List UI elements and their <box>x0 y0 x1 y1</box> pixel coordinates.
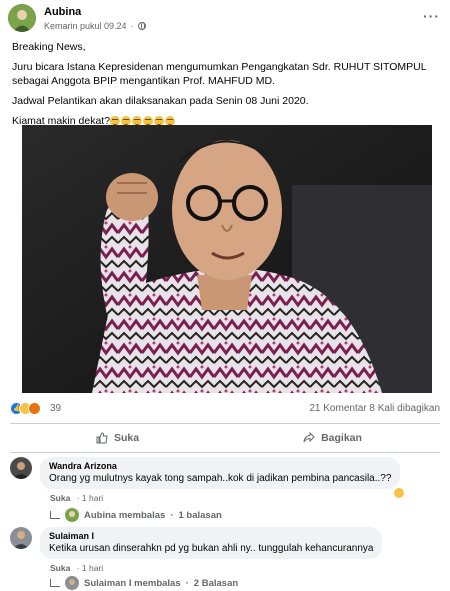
emoji-reaction-icon[interactable] <box>393 487 405 499</box>
author-name[interactable]: Aubina <box>44 6 81 18</box>
reply-count: 1 balasan <box>178 509 222 521</box>
reply-author: Aubina membalas <box>84 509 166 521</box>
comment-actions: Suka · 1 hari <box>50 563 104 573</box>
post-text: Breaking News, Juru bicara Istana Kepres… <box>12 40 438 134</box>
replies-link[interactable]: Aubina membalas · 1 balasan <box>50 508 222 522</box>
divider <box>10 452 440 453</box>
commenter-name[interactable]: Sulaiman I <box>49 531 373 541</box>
more-options-icon[interactable]: ··· <box>423 8 440 24</box>
replies-link[interactable]: Sulaiman I membalas · 2 Balasan <box>50 576 238 590</box>
comment-text: Orang yg mulutnys kayak tong sampah..kok… <box>49 473 392 484</box>
angry-reaction-icon <box>28 402 41 415</box>
comment-age[interactable]: 1 hari <box>82 493 103 503</box>
post-header: Aubina Kemarin pukul 09.24 · ··· <box>8 4 442 34</box>
share-button[interactable]: Bagikan <box>225 427 440 449</box>
post-paragraph: Breaking News, <box>12 41 86 53</box>
comment-actions: Suka · 1 hari <box>50 493 104 503</box>
reply-count: 2 Balasan <box>193 577 239 589</box>
post-time[interactable]: Kemarin pukul 09.24 <box>44 21 127 31</box>
post-meta: Kemarin pukul 09.24 · <box>44 21 146 31</box>
commenter-name[interactable]: Wandra Arizona <box>49 461 391 471</box>
comment-age[interactable]: 1 hari <box>82 563 103 573</box>
comment-bubble: Wandra Arizona Orang yg mulutnys kayak t… <box>40 457 401 489</box>
reaction-count[interactable]: 39 <box>50 403 61 414</box>
share-arrow-icon <box>303 432 315 443</box>
share-label: Bagikan <box>321 432 362 444</box>
comments-shares-count[interactable]: 21 Komentar 8 Kali dibagikan <box>309 403 440 414</box>
comment-item: Sulaiman I Ketika urusan dinserahkn pd y… <box>10 527 440 591</box>
replier-avatar <box>65 508 79 522</box>
thumbs-up-icon <box>96 432 108 444</box>
post-card: Aubina Kemarin pukul 09.24 · ··· Breakin… <box>0 0 450 591</box>
commenter-avatar[interactable] <box>10 527 32 549</box>
replier-avatar <box>65 576 79 590</box>
post-paragraph: Juru bicara Istana Kepresidenan mengumum… <box>12 61 427 87</box>
divider <box>10 423 440 424</box>
globe-icon <box>137 22 146 30</box>
reply-arrow-icon <box>50 579 60 587</box>
post-actions: Suka Bagikan <box>10 427 440 449</box>
comment-bubble: Sulaiman I Ketika urusan dinserahkn pd y… <box>40 527 383 559</box>
comment-like-link[interactable]: Suka <box>50 563 70 573</box>
comment-like-link[interactable]: Suka <box>50 493 70 503</box>
reactions-icons[interactable] <box>10 402 41 415</box>
comment-item: Wandra Arizona Orang yg mulutnys kayak t… <box>10 457 440 529</box>
post-stats: 39 21 Komentar 8 Kali dibagikan <box>10 401 440 419</box>
like-label: Suka <box>113 432 140 444</box>
like-button[interactable]: Suka <box>10 427 225 449</box>
author-avatar[interactable] <box>8 4 36 32</box>
post-photo[interactable] <box>22 125 432 393</box>
reply-author: Sulaiman I membalas <box>84 577 181 589</box>
commenter-avatar[interactable] <box>10 457 32 479</box>
comment-text: Ketika urusan dinserahkn pd yg bukan ahl… <box>49 543 374 554</box>
post-paragraph: Jadwal Pelantikan akan dilaksanakan pada… <box>12 95 309 107</box>
reply-arrow-icon <box>50 511 60 519</box>
